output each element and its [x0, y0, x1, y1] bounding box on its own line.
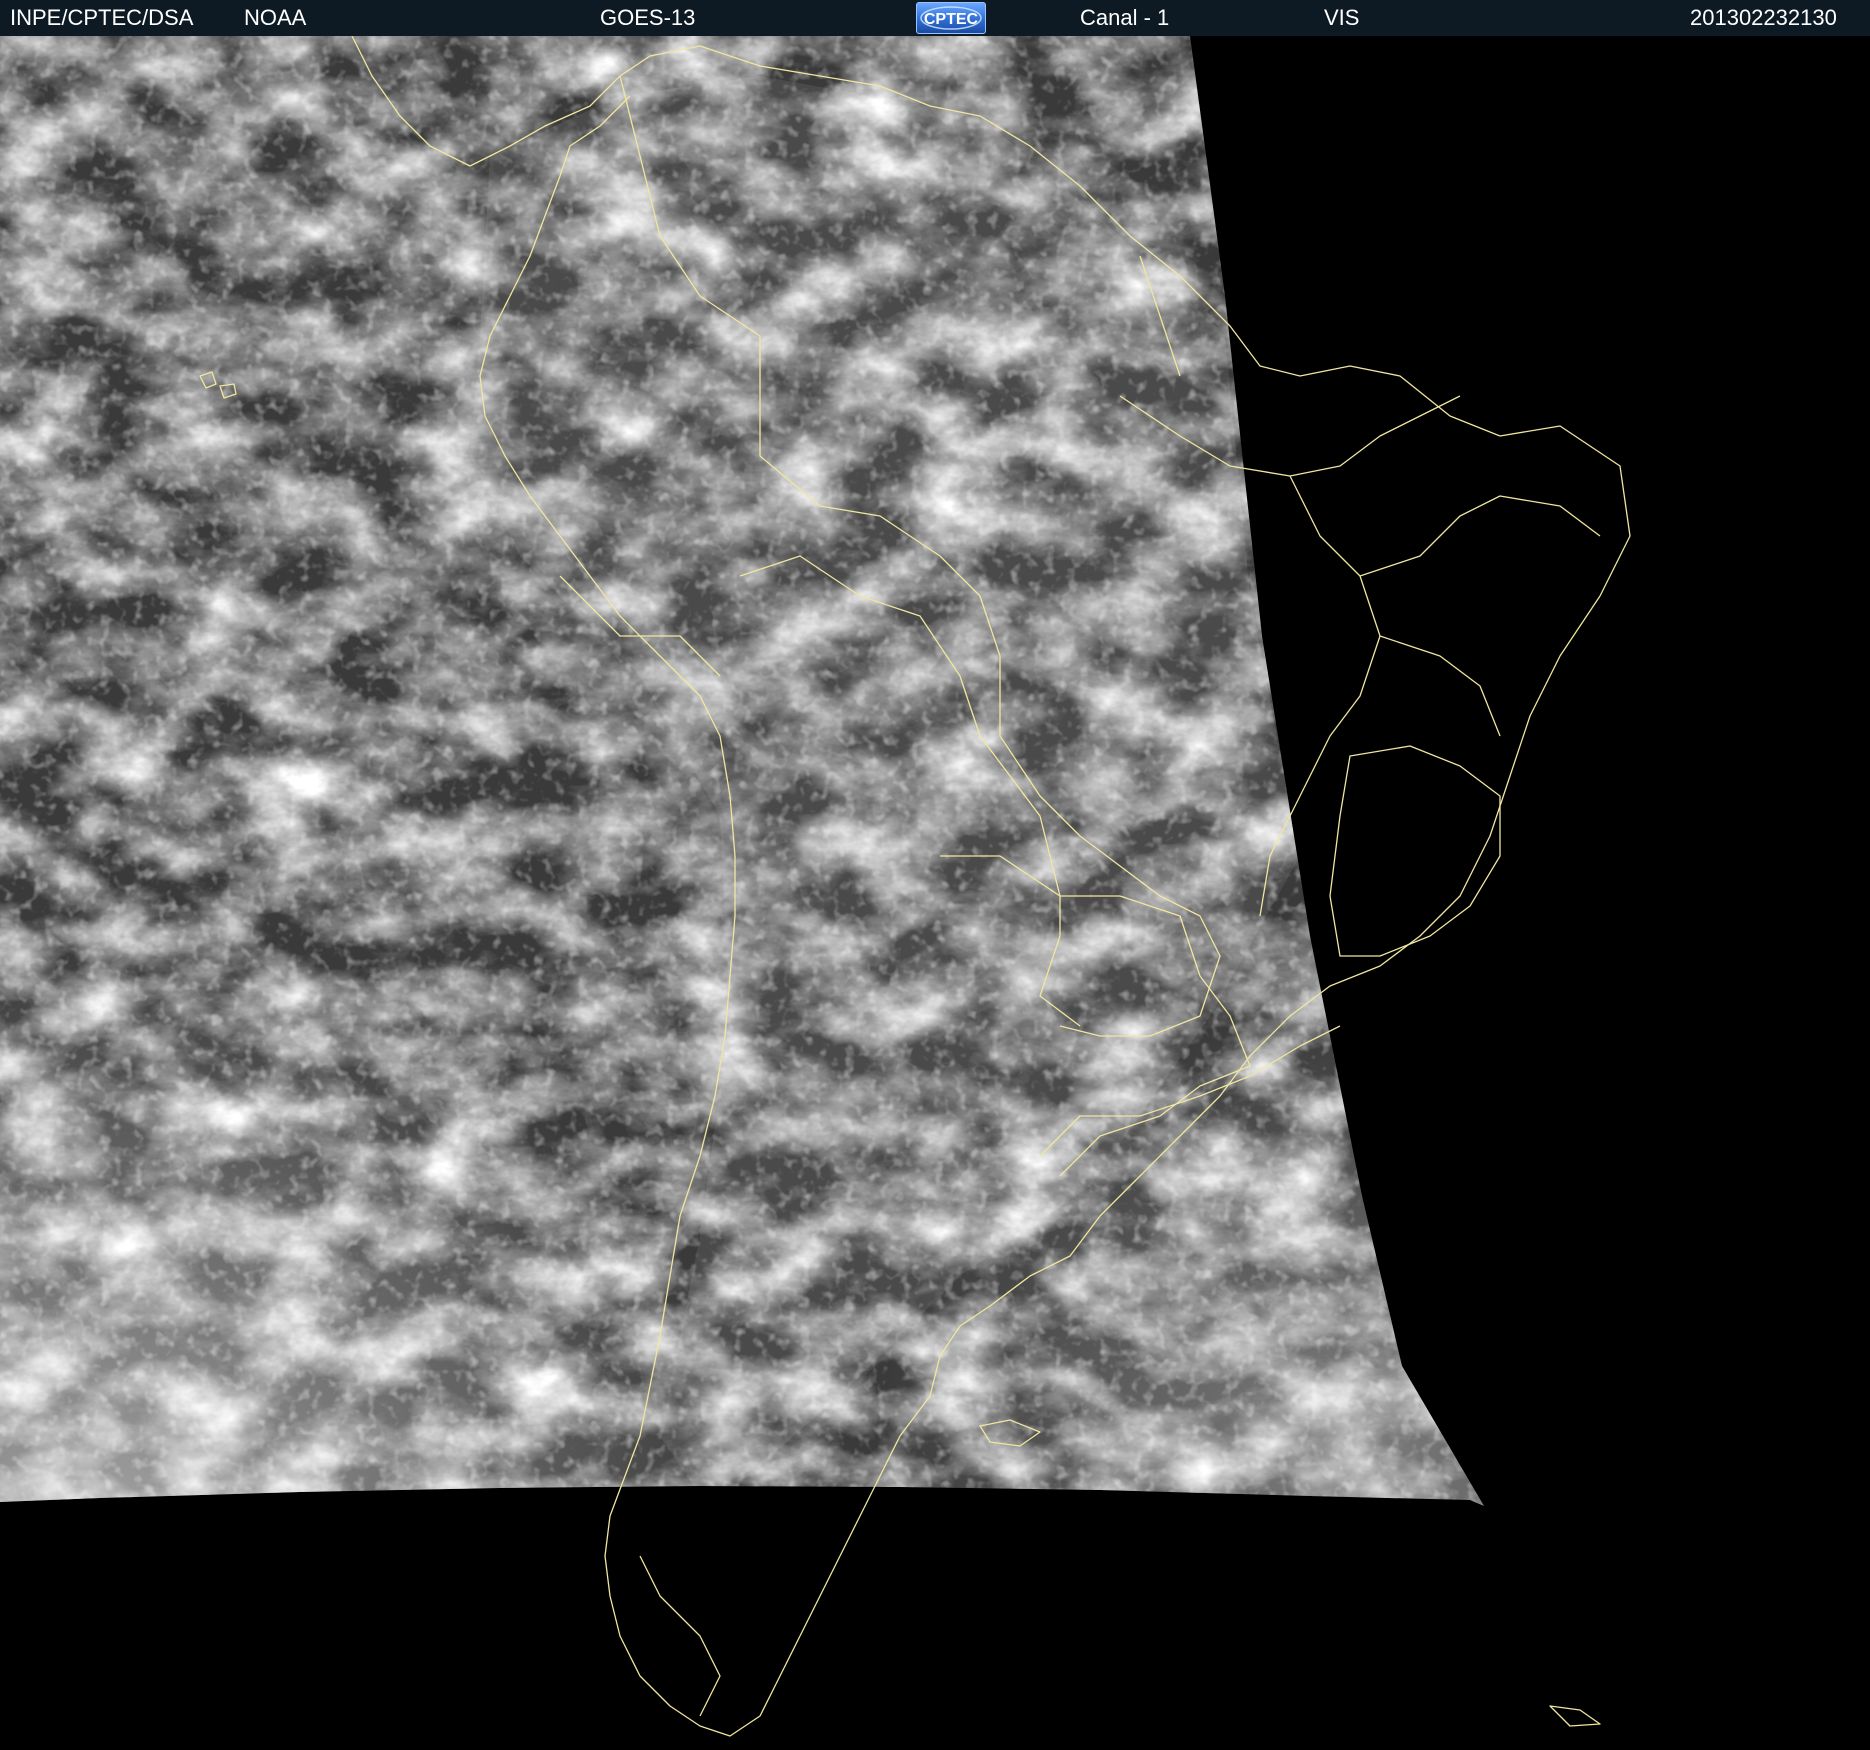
timestamp-label: 201302232130: [1690, 5, 1837, 30]
satellite-label: GOES-13: [600, 5, 696, 30]
source-label: NOAA: [244, 5, 307, 30]
agency-label: INPE/CPTEC/DSA: [10, 5, 194, 30]
band-label: VIS: [1324, 5, 1360, 30]
satellite-scene: [0, 36, 1870, 1750]
header-bar: INPE/CPTEC/DSA NOAA GOES-13 CPTEC Canal …: [0, 0, 1870, 37]
channel-label: Canal - 1: [1080, 5, 1170, 30]
cptec-logo-icon: CPTEC: [916, 2, 986, 34]
logo-text: CPTEC: [924, 11, 979, 28]
